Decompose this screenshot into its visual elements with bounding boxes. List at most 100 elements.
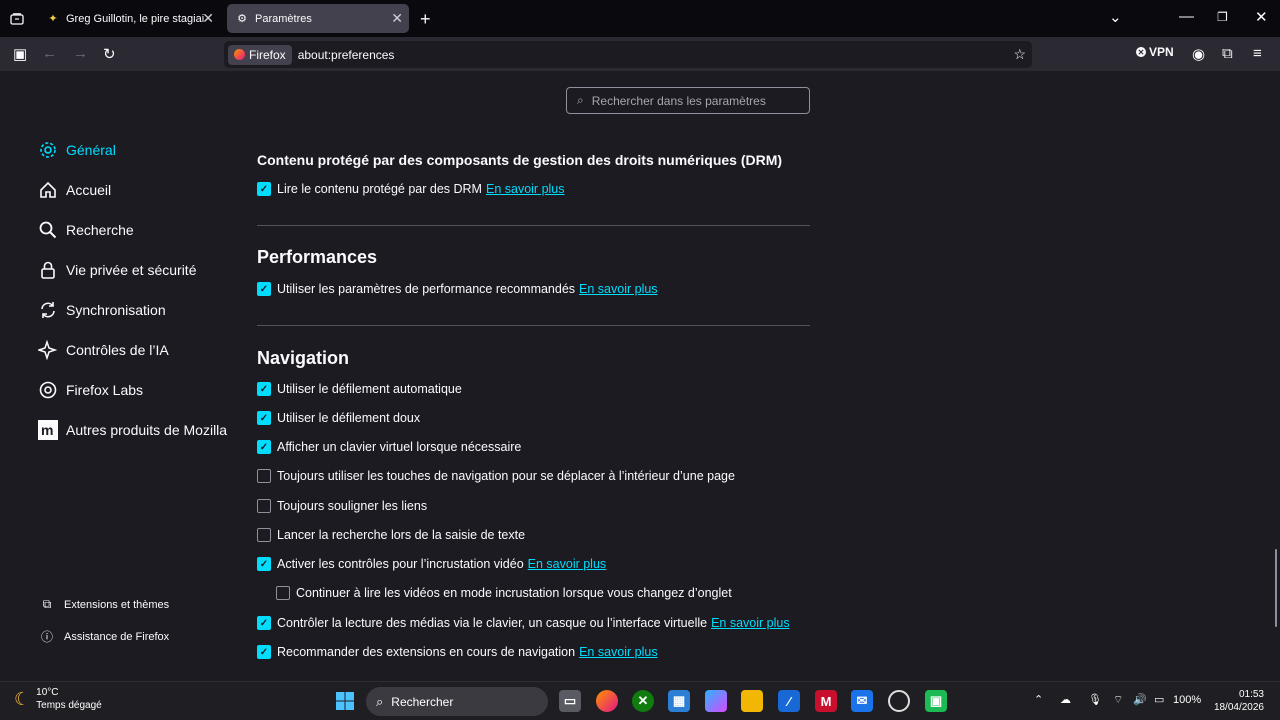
sidebar-item-ai-controls[interactable]: Contrôles de l’IA [38, 340, 169, 360]
option-search-as-type[interactable]: Lancer la recherche lors de la saisie de… [257, 528, 525, 542]
battery-percent: 100% [1173, 694, 1202, 706]
menu-icon[interactable]: ≡ [1253, 45, 1262, 62]
vpn-status-icon: ✕ [1136, 47, 1146, 57]
checkbox-unchecked-icon[interactable] [257, 469, 271, 483]
media-app-icon[interactable]: ▣ [925, 690, 947, 712]
checkbox-checked-icon[interactable]: ✓ [257, 411, 271, 425]
extensions-icon[interactable]: ⧉ [1222, 45, 1233, 62]
tab-list-button[interactable] [0, 0, 34, 37]
copilot-icon[interactable] [705, 690, 727, 712]
option-virtual-keyboard[interactable]: ✓ Afficher un clavier virtuel lorsque né… [257, 440, 521, 454]
start-icon[interactable] [334, 690, 356, 712]
option-smooth-scroll[interactable]: ✓ Utiliser le défilement doux [257, 411, 420, 425]
learn-more-link[interactable]: En savoir plus [486, 182, 565, 196]
forward-icon[interactable]: → [73, 45, 88, 62]
store-icon[interactable]: ▦ [668, 690, 690, 712]
weather-widget[interactable]: ☾ 10°C Temps dégagé [14, 686, 102, 712]
svg-text:m: m [41, 422, 53, 438]
section-divider [257, 325, 810, 326]
firefox-logo-icon [234, 49, 245, 60]
drm-option[interactable]: ✓ Lire le contenu protégé par des DRM En… [257, 182, 565, 196]
sidebar-item-sync[interactable]: Synchronisation [38, 300, 166, 320]
option-underline-links[interactable]: Toujours souligner les liens [257, 499, 427, 513]
checkbox-unchecked-icon[interactable] [257, 528, 271, 542]
back-icon[interactable]: ← [42, 45, 57, 62]
learn-more-link[interactable]: En savoir plus [579, 645, 658, 659]
checkbox-unchecked-icon[interactable] [257, 499, 271, 513]
tab-article[interactable]: ✦ Greg Guillotin, le pire stagiaire ✕ [38, 4, 220, 33]
checkbox-checked-icon[interactable]: ✓ [257, 382, 271, 396]
checkbox-checked-icon[interactable]: ✓ [257, 282, 271, 296]
sidebar-support-link[interactable]: ⓘ Assistance de Firefox [40, 628, 169, 645]
checkbox-checked-icon[interactable]: ✓ [257, 182, 271, 196]
close-icon[interactable]: ✕ [202, 10, 214, 27]
sidebar-item-home[interactable]: Accueil [38, 180, 111, 200]
tab-label: Paramètres [255, 12, 312, 25]
performance-heading: Performances [257, 247, 378, 267]
settings-search-input[interactable]: ⌕ Rechercher dans les paramètres [566, 87, 810, 114]
sidebar-item-labs[interactable]: Firefox Labs [38, 380, 143, 400]
clock[interactable]: 01:53 18/04/2026 [1206, 688, 1264, 714]
obs-icon[interactable] [888, 690, 910, 712]
checkbox-unchecked-icon[interactable] [276, 586, 290, 600]
mail-icon[interactable]: ✉ [851, 690, 873, 712]
sidebar-item-mozilla[interactable]: m Autres produits de Mozilla [38, 420, 227, 440]
mcafee-icon[interactable]: M [815, 690, 837, 712]
sidebar-item-label: Autres produits de Mozilla [66, 422, 228, 438]
checkbox-checked-icon[interactable]: ✓ [257, 440, 271, 454]
option-media-keys[interactable]: ✓ Contrôler la lecture des médias via le… [257, 616, 790, 630]
search-placeholder: Rechercher dans les paramètres [591, 93, 766, 108]
bookmark-star-icon[interactable]: ☆ [1013, 46, 1026, 63]
tab-settings[interactable]: ⚙ Paramètres ✕ [227, 4, 409, 33]
battery-icon[interactable]: ▭ [1154, 693, 1164, 706]
learn-more-link[interactable]: En savoir plus [579, 282, 658, 296]
option-caret-browsing[interactable]: Toujours utiliser les touches de navigat… [257, 469, 735, 483]
checkbox-checked-icon[interactable]: ✓ [257, 616, 271, 630]
firefox-icon[interactable] [596, 690, 618, 712]
sidebar-item-general[interactable]: Général [38, 140, 116, 160]
new-tab-icon[interactable]: + [420, 9, 431, 30]
vpn-button[interactable]: ✕ VPN [1136, 45, 1174, 59]
minimize-icon[interactable]: — [1179, 8, 1194, 25]
preferences-page: ⌕ Rechercher dans les paramètres Général… [0, 71, 1280, 681]
learn-more-link[interactable]: En savoir plus [711, 616, 790, 630]
cloud-icon[interactable]: ☁ [1060, 693, 1071, 706]
chevron-up-icon[interactable]: ⌃ [1034, 693, 1043, 706]
volume-icon[interactable]: 🔊 [1133, 693, 1147, 706]
wifi-icon[interactable]: ⌔ [1113, 693, 1123, 707]
option-pip-controls[interactable]: ✓ Activer les contrôles pour l’incrustat… [257, 557, 606, 571]
microphone-icon[interactable]: 🎙 [1088, 693, 1102, 706]
identity-badge[interactable]: Firefox [228, 44, 292, 65]
window-close-icon[interactable]: ✕ [1255, 8, 1268, 26]
xbox-icon[interactable]: ✕ [632, 690, 654, 712]
performance-option[interactable]: ✓ Utiliser les paramètres de performance… [257, 282, 658, 296]
url-text[interactable]: about:preferences [298, 48, 395, 62]
close-icon[interactable]: ✕ [391, 10, 403, 27]
sidebar-extensions-link[interactable]: ⧉ Extensions et thèmes [40, 597, 169, 612]
taskbar-search[interactable]: ⌕ Rechercher [366, 687, 548, 716]
file-explorer-icon[interactable] [741, 690, 763, 712]
sidebar-toggle-icon[interactable]: ▣ [13, 45, 27, 63]
sidebar-item-label: Vie privée et sécurité [66, 262, 197, 278]
vpn-label: VPN [1149, 45, 1174, 59]
account-icon[interactable]: ◉ [1192, 45, 1205, 63]
home-icon [38, 180, 58, 200]
learn-more-link[interactable]: En savoir plus [528, 557, 607, 571]
restore-icon[interactable]: ❐ [1217, 10, 1228, 24]
checkbox-checked-icon[interactable]: ✓ [257, 645, 271, 659]
option-pip-tab-switch[interactable]: Continuer à lire les vidéos en mode incr… [276, 586, 732, 600]
reload-icon[interactable]: ↻ [103, 45, 116, 63]
sidebar-item-search[interactable]: Recherche [38, 220, 134, 240]
option-label: Lire le contenu protégé par des DRM [277, 182, 482, 196]
scrollbar-thumb[interactable] [1275, 549, 1277, 627]
sidebar-item-privacy[interactable]: Vie privée et sécurité [38, 260, 196, 280]
pen-app-icon[interactable]: ⁄ [778, 690, 800, 712]
option-autoscroll[interactable]: ✓ Utiliser le défilement automatique [257, 382, 462, 396]
url-bar[interactable]: Firefox about:preferences ☆ [224, 41, 1032, 68]
task-view-icon[interactable]: ▭ [559, 690, 581, 712]
checkbox-checked-icon[interactable]: ✓ [257, 557, 271, 571]
option-recommend-extensions[interactable]: ✓ Recommander des extensions en cours de… [257, 645, 658, 659]
tab-list-icon [10, 12, 24, 25]
chevron-down-icon[interactable]: ⌄ [1109, 8, 1122, 26]
section-divider [257, 225, 810, 226]
